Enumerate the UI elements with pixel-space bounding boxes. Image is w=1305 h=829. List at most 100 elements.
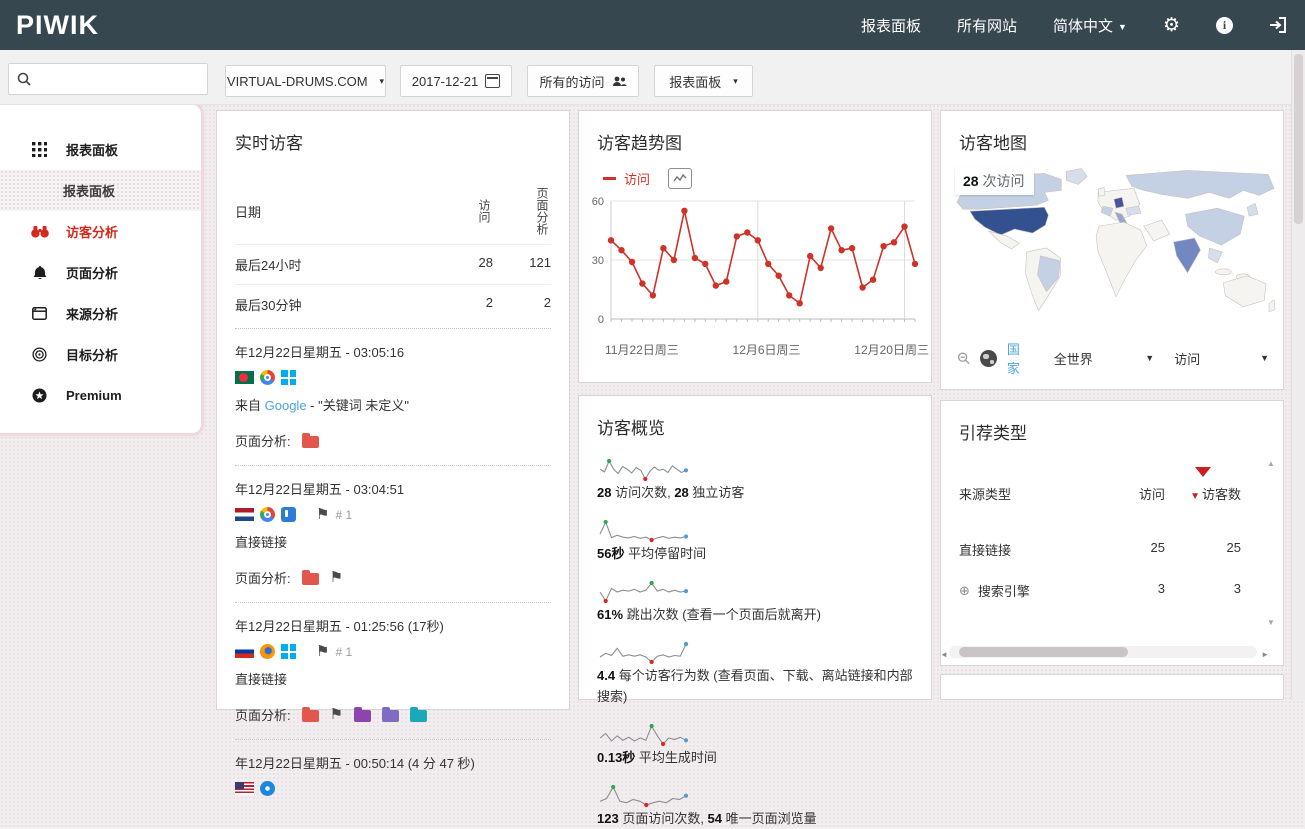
nav-all-websites[interactable]: 所有网站 [957, 15, 1017, 36]
nav-dashboard[interactable]: 报表面板 [861, 15, 921, 36]
sparkline[interactable] [597, 579, 689, 605]
sidebar-item-pages[interactable]: 页面分析 [0, 252, 201, 293]
sidebar-item-premium[interactable]: Premium [0, 375, 201, 416]
map-level-link[interactable]: 国家 [1007, 339, 1028, 377]
filter-funnel-icon[interactable] [1195, 467, 1211, 477]
export-image-icon[interactable] [668, 168, 692, 189]
widget-title: 访客地图 [941, 111, 1283, 154]
logout-icon[interactable] [1269, 17, 1287, 33]
scroll-right-arrow[interactable]: ► [1261, 650, 1269, 659]
pageview-folder-icon[interactable] [354, 710, 371, 722]
column-referrer-type[interactable]: 来源类型 [959, 484, 1103, 503]
page-scrollbar[interactable] [1291, 50, 1305, 700]
dashboard-selector[interactable]: 报表面板▾ [654, 65, 753, 97]
trend-point[interactable] [608, 237, 614, 243]
sparkline[interactable] [597, 722, 689, 748]
trend-point[interactable] [891, 239, 897, 245]
referrer-row[interactable]: ⊕搜索引擎33 [959, 570, 1241, 611]
map-controls: 国家 全世界▼ 访问▼ [957, 339, 1269, 377]
trend-point[interactable] [650, 292, 656, 298]
trend-point[interactable] [629, 259, 635, 265]
nav-language-selector[interactable]: 简体中文▼ [1053, 15, 1127, 36]
gear-icon[interactable]: ⚙ [1163, 16, 1180, 35]
expand-icon[interactable]: ⊕ [959, 583, 970, 599]
column-visits[interactable]: 访问 [1103, 484, 1165, 503]
scroll-up-arrow[interactable]: ▲ [1267, 459, 1275, 468]
trend-point[interactable] [776, 273, 782, 279]
country-russia[interactable] [1126, 170, 1274, 198]
page-scrollbar-thumb[interactable] [1294, 54, 1303, 224]
vertical-scrollbar[interactable]: ▲▼ [1264, 459, 1278, 627]
scroll-down-arrow[interactable]: ▼ [1267, 618, 1275, 627]
trend-point[interactable] [765, 261, 771, 267]
pageview-folder-icon[interactable] [410, 710, 427, 722]
continent-africa[interactable] [1096, 222, 1147, 297]
sidebar-item-visitors[interactable]: 访客分析 [0, 211, 201, 252]
trend-point[interactable] [618, 247, 624, 253]
country-usa[interactable] [970, 207, 1049, 235]
globe-icon[interactable] [980, 350, 997, 367]
trend-point[interactable] [702, 261, 708, 267]
trend-point[interactable] [818, 265, 824, 271]
sparkline[interactable] [597, 518, 689, 544]
country-uk[interactable] [1098, 187, 1105, 196]
pageview-folder-icon[interactable] [382, 710, 399, 722]
island-nz[interactable] [1269, 300, 1275, 312]
sidebar-item-referrers[interactable]: 来源分析 [0, 293, 201, 334]
zoom-out-icon[interactable] [957, 350, 970, 366]
trend-point[interactable] [786, 292, 792, 298]
horizontal-scrollbar[interactable] [949, 646, 1257, 658]
site-selector[interactable]: VIRTUAL-DRUMS.COM▾ [225, 65, 386, 97]
sidebar-item-goals[interactable]: 目标分析 [0, 334, 201, 375]
trend-point[interactable] [828, 225, 834, 231]
country-germany[interactable] [1114, 197, 1124, 208]
trend-point[interactable] [807, 253, 813, 259]
trend-point[interactable] [797, 300, 803, 306]
trend-point[interactable] [755, 237, 761, 243]
trend-point[interactable] [849, 245, 855, 251]
segment-selector[interactable]: 所有的访问 [527, 65, 639, 97]
referrer-row[interactable]: 直接链接2525 [959, 529, 1241, 570]
info-icon[interactable]: i [1216, 17, 1233, 34]
trend-point[interactable] [744, 229, 750, 235]
sparkline[interactable] [597, 783, 689, 809]
trend-point[interactable] [870, 277, 876, 283]
trend-point[interactable] [901, 223, 907, 229]
sparkline[interactable] [597, 640, 689, 666]
scroll-left-arrow[interactable]: ◄ [940, 650, 948, 659]
trend-point[interactable] [713, 282, 719, 288]
trend-point[interactable] [859, 284, 865, 290]
trend-point[interactable] [723, 278, 729, 284]
trend-point[interactable] [912, 261, 918, 267]
region-se-asia[interactable] [1208, 248, 1222, 263]
map-metric-select[interactable]: 访问▼ [1174, 349, 1269, 368]
search-input[interactable] [8, 63, 208, 95]
pageview-folder-icon[interactable] [302, 573, 319, 585]
country-japan[interactable] [1247, 203, 1258, 216]
trend-point[interactable] [660, 245, 666, 251]
pageview-folder-icon[interactable] [302, 710, 319, 722]
sparkline[interactable] [597, 457, 689, 483]
scrollbar-thumb[interactable] [959, 647, 1128, 657]
pages-label: 页面分析: [235, 568, 291, 587]
trend-point[interactable] [838, 247, 844, 253]
pageview-folder-icon[interactable] [302, 436, 319, 448]
country-india[interactable] [1174, 238, 1201, 273]
referrer-visits: 25 [1103, 540, 1165, 559]
region-middle-east[interactable] [1144, 220, 1170, 241]
trend-point[interactable] [639, 280, 645, 286]
sidebar-item-dashboard-sub[interactable]: 报表面板 [0, 170, 201, 211]
trend-point[interactable] [671, 257, 677, 263]
trend-point[interactable] [734, 233, 740, 239]
country-australia[interactable] [1223, 276, 1266, 307]
column-visitors[interactable]: ▼访客数 [1165, 484, 1241, 503]
trend-point[interactable] [692, 255, 698, 261]
trend-point[interactable] [681, 208, 687, 214]
country-greenland[interactable] [1066, 168, 1087, 184]
date-selector[interactable]: 2017-12-21 [400, 65, 512, 97]
sidebar-item-dashboard[interactable]: 报表面板 [0, 129, 201, 170]
referrer-link[interactable]: Google [265, 398, 307, 413]
map-region-select[interactable]: 全世界▼ [1054, 349, 1154, 368]
island-indonesia[interactable] [1215, 269, 1231, 275]
trend-point[interactable] [880, 243, 886, 249]
